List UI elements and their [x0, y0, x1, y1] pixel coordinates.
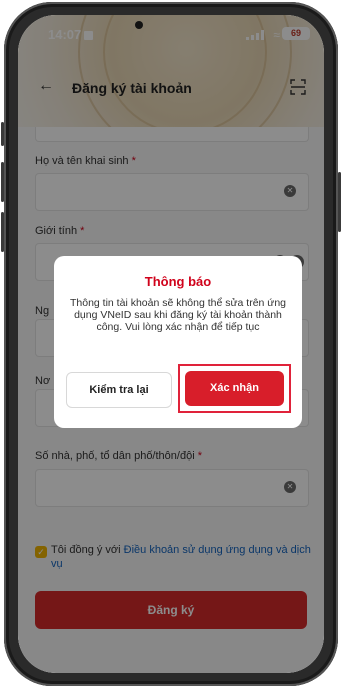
phone-side-button [1, 162, 4, 202]
confirm-button[interactable]: Xác nhận [185, 371, 284, 406]
screen: 14:07 ≈ 69 ← Đăng ký tài khoản Họ và tên… [18, 15, 324, 673]
confirm-highlight: Xác nhận [178, 364, 291, 413]
phone-side-button [1, 212, 4, 252]
confirm-dialog: Thông báo Thông tin tài khoản sẽ không t… [54, 256, 302, 428]
phone-frame: 14:07 ≈ 69 ← Đăng ký tài khoản Họ và tên… [1, 2, 341, 686]
dialog-message: Thông tin tài khoản sẽ không thể sửa trê… [69, 297, 287, 333]
dialog-title: Thông báo [144, 274, 212, 289]
check-again-button[interactable]: Kiểm tra lại [66, 372, 172, 408]
phone-side-button [1, 122, 4, 146]
phone-side-button [338, 172, 341, 232]
